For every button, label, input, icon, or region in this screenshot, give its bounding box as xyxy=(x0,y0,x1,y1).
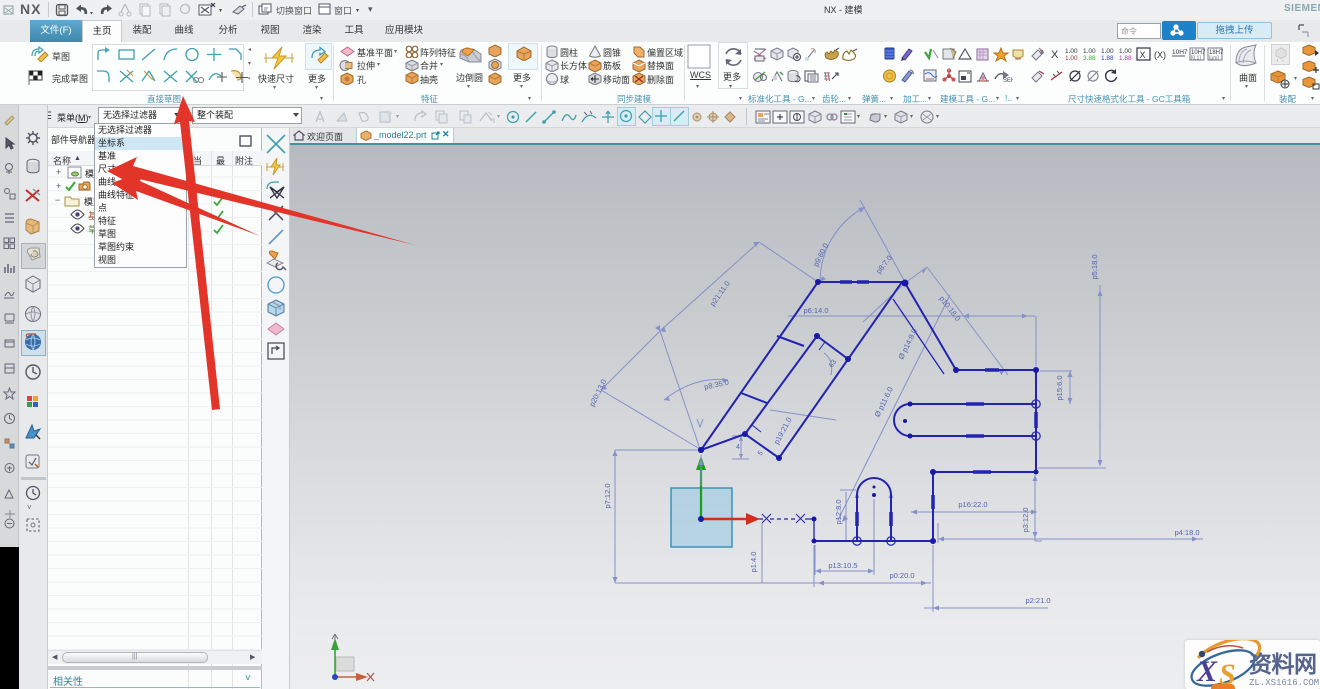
svg-text:ZL.XS1616.COM: ZL.XS1616.COM xyxy=(1249,678,1319,688)
svg-text:[μm]: [μm] xyxy=(1209,56,1219,62)
svg-text:p10:18.0: p10:18.0 xyxy=(937,294,962,323)
svg-text:4: 4 xyxy=(736,444,740,451)
svg-text:1.00: 1.00 xyxy=(1065,48,1078,55)
svg-text:p16:22.0: p16:22.0 xyxy=(958,500,987,509)
svg-text:Ø p14:8.0: Ø p14:8.0 xyxy=(896,327,919,361)
svg-text:p5:18.0: p5:18.0 xyxy=(1090,254,1099,279)
svg-text:资料网: 资料网 xyxy=(1249,651,1317,677)
svg-text:X: X xyxy=(1140,50,1146,60)
svg-text:1.00: 1.00 xyxy=(1083,48,1096,55)
svg-text:p8:7.0: p8:7.0 xyxy=(874,253,894,275)
svg-text:1.00: 1.00 xyxy=(1101,48,1114,55)
svg-text:1.88: 1.88 xyxy=(1119,55,1132,62)
svg-text:1.88: 1.88 xyxy=(1101,55,1114,62)
svg-text:p6:14.0: p6:14.0 xyxy=(803,306,828,315)
svg-text:p21:11.0: p21:11.0 xyxy=(708,279,732,308)
svg-text:p7:12.0: p7:12.0 xyxy=(603,483,612,508)
svg-text:X: X xyxy=(1051,49,1059,61)
svg-text:(X): (X) xyxy=(1154,50,1166,60)
svg-text:10H7: 10H7 xyxy=(1172,49,1188,56)
svg-text:p9:60.0: p9:60.0 xyxy=(811,242,830,268)
svg-text:p3:12.0: p3:12.0 xyxy=(1021,507,1030,532)
svg-text:63: 63 xyxy=(828,359,838,369)
svg-text:5: 5 xyxy=(757,450,765,457)
svg-text:p12:8.0: p12:8.0 xyxy=(834,499,843,524)
svg-text:p2:21.0: p2:21.0 xyxy=(1025,596,1050,605)
svg-text:p15:6.0: p15:6.0 xyxy=(1055,375,1064,400)
svg-text:p1:4.0: p1:4.0 xyxy=(749,552,758,573)
svg-text:SEH7: SEH7 xyxy=(1003,78,1013,84)
svg-text:1.00: 1.00 xyxy=(1119,48,1132,55)
svg-text:p8:35.0: p8:35.0 xyxy=(703,378,729,392)
svg-text:p0:20.0: p0:20.0 xyxy=(889,571,914,580)
svg-text:1.00: 1.00 xyxy=(1065,55,1078,62)
svg-text:3.88: 3.88 xyxy=(1083,55,1096,62)
svg-text:p13:10.5: p13:10.5 xyxy=(828,561,857,570)
svg-text:[0.1]: [0.1] xyxy=(1191,56,1201,62)
svg-text:x: x xyxy=(1040,49,1044,56)
svg-text:p4:18.0: p4:18.0 xyxy=(1174,528,1199,537)
